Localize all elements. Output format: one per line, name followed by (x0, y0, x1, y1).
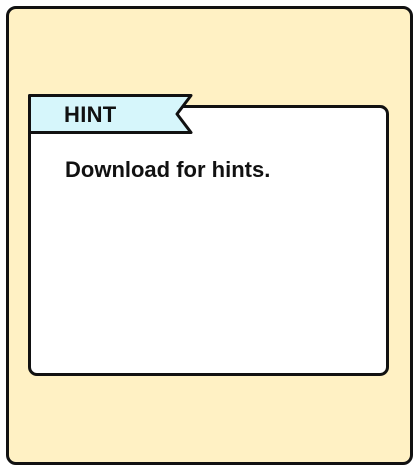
hint-tab-label: HINT (64, 102, 117, 127)
hint-tab: HINT (28, 94, 194, 134)
hint-card (28, 105, 389, 376)
hint-message: Download for hints. (65, 157, 271, 182)
